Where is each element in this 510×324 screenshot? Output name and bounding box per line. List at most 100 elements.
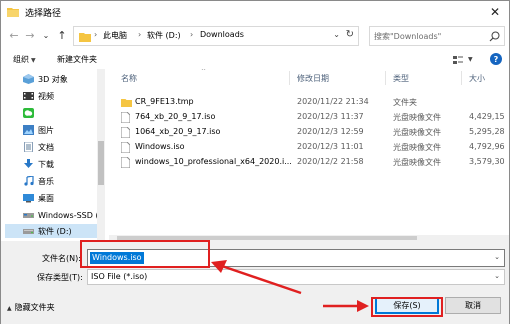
file-size: 4,429,15 (469, 112, 505, 121)
column-divider[interactable] (461, 71, 462, 85)
file-date: 2020/12/3 11:01 (297, 142, 364, 151)
cancel-button[interactable]: 取消 (445, 297, 501, 314)
navigation-scrollbar[interactable] (97, 69, 105, 241)
help-glyph: ? (493, 54, 499, 64)
sort-ascending-icon: ^ (201, 69, 207, 75)
sidebar-item-label: Windows-SSD ( (38, 210, 99, 220)
chevron-down-icon[interactable]: ⌄ (494, 253, 500, 261)
help-icon[interactable]: ? (490, 53, 502, 65)
video-icon (23, 92, 34, 100)
column-header-type[interactable]: 类型 (393, 73, 409, 84)
sidebar-item-wechat[interactable] (5, 106, 97, 120)
file-row[interactable]: Windows.iso 2020/12/3 11:01 光盘映像文件 4,792… (113, 140, 509, 154)
file-name: Windows.iso (135, 142, 185, 151)
file-size: 4,792,96 (469, 142, 505, 151)
file-type: 光盘映像文件 (393, 113, 441, 122)
view-caret-icon[interactable]: ▼ (468, 56, 473, 63)
sidebar-item-desktop[interactable]: 桌面 (5, 191, 97, 205)
new-folder-button[interactable]: 新建文件夹 (57, 54, 97, 65)
sidebar-item-label: 桌面 (38, 193, 54, 203)
organize-menu[interactable]: 组织 ▼ (13, 54, 36, 65)
folder-app-icon (7, 8, 19, 17)
desktop-icon (23, 194, 34, 203)
file-date: 2020/12/2 21:58 (297, 157, 364, 166)
search-input[interactable] (374, 30, 486, 42)
file-name: CR_9FE13.tmp (135, 97, 194, 106)
caret-down-icon: ▼ (31, 57, 36, 64)
breadcrumb-this-pc[interactable]: 此电脑 (103, 30, 127, 41)
navigation-bar: ← → ⌄ ↑ › 此电脑 › 软件 (D:) › Downloads ⌄ ↻ (1, 23, 509, 49)
sidebar-item-label: 图片 (38, 125, 54, 135)
back-arrow-icon: ← (9, 28, 19, 42)
cancel-label: 取消 (465, 301, 481, 310)
breadcrumb-drive-d[interactable]: 软件 (D:) (147, 30, 181, 41)
file-icon (121, 127, 130, 138)
sidebar-item-videos[interactable]: 视频 (5, 89, 97, 103)
forward-arrow-icon: → (25, 28, 35, 42)
address-dropdown-icon[interactable]: ⌄ (333, 30, 340, 39)
file-icon (121, 157, 130, 168)
folder-icon (121, 99, 132, 107)
file-size: 5,295,28 (469, 127, 505, 136)
hide-folders-toggle[interactable]: ▲ 隐藏文件夹 (7, 302, 55, 313)
view-options-icon[interactable] (452, 54, 464, 66)
organize-label: 组织 (13, 55, 29, 64)
drive-icon (23, 229, 34, 234)
column-header-date[interactable]: 修改日期 (297, 73, 329, 84)
close-button[interactable]: ✕ (481, 1, 509, 23)
search-box[interactable] (369, 26, 505, 46)
sidebar-item-downloads[interactable]: 下载 (5, 157, 97, 171)
music-icon (24, 176, 34, 186)
download-icon (24, 159, 33, 168)
chevron-down-icon: ⌄ (42, 30, 50, 40)
command-toolbar: 组织 ▼ 新建文件夹 ▼ ? (1, 51, 509, 69)
column-header-size[interactable]: 大小 (469, 73, 485, 84)
filename-label: 文件名(N): (42, 254, 81, 263)
file-name: 764_xb_20_9_17.iso (135, 112, 216, 121)
refresh-icon[interactable]: ↻ (346, 29, 354, 40)
folder-icon (79, 33, 91, 42)
column-header-name[interactable]: 名称 (121, 73, 137, 84)
file-type: 光盘映像文件 (393, 143, 441, 152)
annotation-highlight-save (371, 297, 443, 317)
sidebar-item-drive-d[interactable]: 软件 (D:) (5, 224, 97, 238)
annotation-highlight-filename (80, 240, 210, 268)
hide-folders-label: 隐藏文件夹 (14, 303, 55, 312)
up-button[interactable]: ↑ (55, 28, 69, 42)
scrollbar-thumb[interactable] (98, 141, 104, 185)
sidebar-item-3d-objects[interactable]: 3D 对象 (5, 72, 97, 86)
file-row[interactable]: 1064_xb_20_9_17.iso 2020/12/3 12:59 光盘映像… (113, 125, 509, 139)
chevron-down-icon: ⌄ (494, 272, 500, 280)
sidebar-item-music[interactable]: 音乐 (5, 174, 97, 188)
sidebar-item-pictures[interactable]: 图片 (5, 123, 97, 137)
file-size: 3,579,30 (469, 157, 505, 166)
save-dialog-window: 选择路径 ✕ ← → ⌄ ↑ › 此电脑 › 软件 (D:) › Downloa… (0, 0, 510, 324)
file-row[interactable]: windows_10_professional_x64_2020.i... 20… (113, 155, 509, 169)
breadcrumb-separator: › (138, 30, 142, 39)
address-bar[interactable]: › 此电脑 › 软件 (D:) › Downloads ⌄ ↻ (73, 26, 359, 46)
breadcrumb-separator: › (94, 30, 98, 39)
forward-button[interactable]: → (23, 28, 37, 42)
breadcrumb-downloads[interactable]: Downloads (200, 30, 244, 39)
back-button[interactable]: ← (7, 28, 21, 42)
file-date: 2020/12/3 12:59 (297, 127, 364, 136)
sidebar-item-windows-ssd[interactable]: Windows-SSD ( (5, 208, 99, 222)
file-type: 光盘映像文件 (393, 128, 441, 137)
window-title: 选择路径 (25, 9, 62, 19)
file-row[interactable]: CR_9FE13.tmp 2020/11/22 21:34 文件夹 (113, 95, 509, 109)
recent-locations-button[interactable]: ⌄ (39, 28, 53, 42)
breadcrumb-separator: › (190, 30, 194, 39)
file-type: 文件夹 (393, 98, 417, 107)
navigation-pane: 3D 对象 视频 图片 文档 下载 音乐 桌面 Windows-SSD (软件… (3, 69, 107, 241)
file-icon (121, 112, 130, 123)
column-divider[interactable] (385, 71, 386, 85)
sidebar-item-label: 文档 (38, 142, 54, 152)
column-divider[interactable] (289, 71, 290, 85)
file-row[interactable]: 764_xb_20_9_17.iso 2020/12/3 11:37 光盘映像文… (113, 110, 509, 124)
filetype-select[interactable]: ISO File (*.iso) ⌄ (87, 269, 505, 285)
sidebar-item-documents[interactable]: 文档 (5, 140, 97, 154)
wechat-icon (23, 108, 34, 118)
filetype-label: 保存类型(T): (37, 273, 83, 282)
drive-icon (23, 213, 34, 218)
3d-objects-icon (23, 74, 34, 84)
